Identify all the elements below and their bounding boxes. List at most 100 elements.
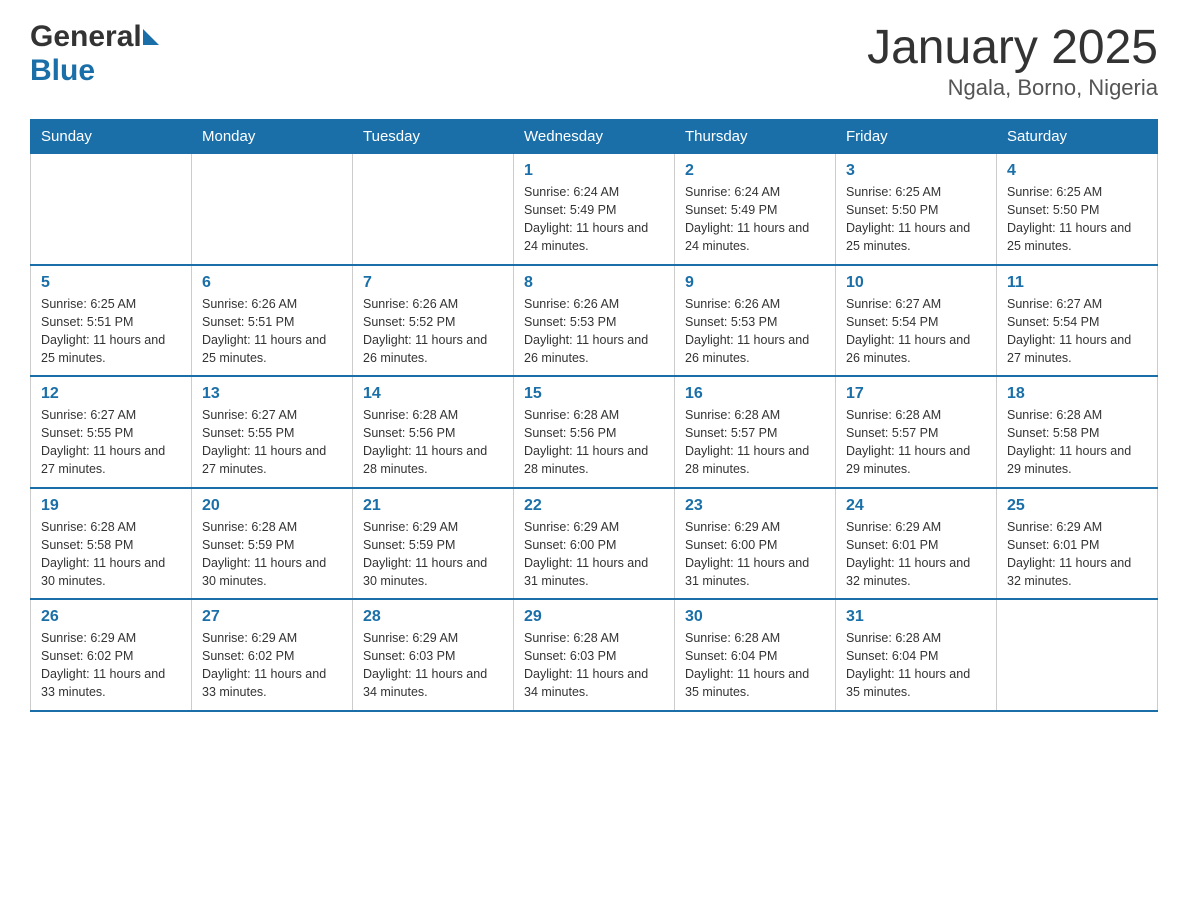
calendar-cell: 16 Sunrise: 6:28 AM Sunset: 5:57 PM Dayli… [675,376,836,488]
day-number: 2 [685,162,825,180]
day-info: Sunrise: 6:25 AM Sunset: 5:50 PM Dayligh… [846,183,986,256]
day-number: 9 [685,274,825,292]
day-info: Sunrise: 6:28 AM Sunset: 5:57 PM Dayligh… [846,406,986,479]
day-info: Sunrise: 6:27 AM Sunset: 5:55 PM Dayligh… [202,406,342,479]
day-number: 22 [524,497,664,515]
header-row: Sunday Monday Tuesday Wednesday Thursday… [31,120,1158,154]
day-info: Sunrise: 6:28 AM Sunset: 6:03 PM Dayligh… [524,629,664,702]
day-info: Sunrise: 6:27 AM Sunset: 5:54 PM Dayligh… [846,295,986,368]
day-info: Sunrise: 6:29 AM Sunset: 6:00 PM Dayligh… [524,518,664,591]
day-number: 28 [363,608,503,626]
calendar-body: 1 Sunrise: 6:24 AM Sunset: 5:49 PM Daylig… [31,154,1158,711]
title-block: January 2025 Ngala, Borno, Nigeria [867,20,1158,101]
day-number: 11 [1007,274,1147,292]
day-info: Sunrise: 6:28 AM Sunset: 5:56 PM Dayligh… [363,406,503,479]
day-info: Sunrise: 6:29 AM Sunset: 6:03 PM Dayligh… [363,629,503,702]
header-sunday: Sunday [31,120,192,154]
day-info: Sunrise: 6:29 AM Sunset: 6:02 PM Dayligh… [202,629,342,702]
day-number: 23 [685,497,825,515]
day-number: 6 [202,274,342,292]
calendar-cell [997,599,1158,711]
day-number: 29 [524,608,664,626]
calendar-subtitle: Ngala, Borno, Nigeria [867,75,1158,101]
day-info: Sunrise: 6:25 AM Sunset: 5:50 PM Dayligh… [1007,183,1147,256]
calendar-cell: 4 Sunrise: 6:25 AM Sunset: 5:50 PM Daylig… [997,154,1158,265]
day-info: Sunrise: 6:28 AM Sunset: 5:58 PM Dayligh… [1007,406,1147,479]
day-number: 26 [41,608,181,626]
day-number: 14 [363,385,503,403]
day-info: Sunrise: 6:26 AM Sunset: 5:53 PM Dayligh… [524,295,664,368]
calendar-cell: 27 Sunrise: 6:29 AM Sunset: 6:02 PM Dayli… [192,599,353,711]
calendar-cell: 7Sunrise: 6:26 AM Sunset: 5:52 PM Daylig… [353,265,514,377]
calendar-cell: 17 Sunrise: 6:28 AM Sunset: 5:57 PM Dayli… [836,376,997,488]
day-info: Sunrise: 6:24 AM Sunset: 5:49 PM Dayligh… [524,183,664,256]
header-saturday: Saturday [997,120,1158,154]
calendar-cell: 28 Sunrise: 6:29 AM Sunset: 6:03 PM Dayli… [353,599,514,711]
day-info: Sunrise: 6:29 AM Sunset: 6:00 PM Dayligh… [685,518,825,591]
day-number: 8 [524,274,664,292]
header-thursday: Thursday [675,120,836,154]
calendar-table: Sunday Monday Tuesday Wednesday Thursday… [30,119,1158,712]
day-info: Sunrise: 6:26 AM Sunset: 5:53 PM Dayligh… [685,295,825,368]
logo-blue-text: Blue [30,54,95,87]
day-number: 16 [685,385,825,403]
calendar-cell: 26 Sunrise: 6:29 AM Sunset: 6:02 PM Dayli… [31,599,192,711]
calendar-cell: 21 Sunrise: 6:29 AM Sunset: 5:59 PM Dayli… [353,488,514,600]
calendar-cell: 15Sunrise: 6:28 AM Sunset: 5:56 PM Dayli… [514,376,675,488]
day-number: 21 [363,497,503,515]
calendar-cell: 11 Sunrise: 6:27 AM Sunset: 5:54 PM Dayli… [997,265,1158,377]
calendar-cell [353,154,514,265]
week-row-5: 26 Sunrise: 6:29 AM Sunset: 6:02 PM Dayli… [31,599,1158,711]
day-info: Sunrise: 6:24 AM Sunset: 5:49 PM Dayligh… [685,183,825,256]
day-info: Sunrise: 6:29 AM Sunset: 6:02 PM Dayligh… [41,629,181,702]
day-number: 27 [202,608,342,626]
calendar-cell: 6 Sunrise: 6:26 AM Sunset: 5:51 PM Daylig… [192,265,353,377]
day-number: 30 [685,608,825,626]
day-number: 4 [1007,162,1147,180]
day-info: Sunrise: 6:28 AM Sunset: 5:56 PM Dayligh… [524,406,664,479]
day-number: 25 [1007,497,1147,515]
day-info: Sunrise: 6:26 AM Sunset: 5:51 PM Dayligh… [202,295,342,368]
day-number: 17 [846,385,986,403]
day-info: Sunrise: 6:28 AM Sunset: 5:57 PM Dayligh… [685,406,825,479]
day-number: 12 [41,385,181,403]
calendar-cell: 8 Sunrise: 6:26 AM Sunset: 5:53 PM Daylig… [514,265,675,377]
calendar-cell: 23 Sunrise: 6:29 AM Sunset: 6:00 PM Dayli… [675,488,836,600]
calendar-cell: 29 Sunrise: 6:28 AM Sunset: 6:03 PM Dayli… [514,599,675,711]
day-number: 1 [524,162,664,180]
day-number: 20 [202,497,342,515]
day-info: Sunrise: 6:25 AM Sunset: 5:51 PM Dayligh… [41,295,181,368]
day-number: 18 [1007,385,1147,403]
day-info: Sunrise: 6:29 AM Sunset: 6:01 PM Dayligh… [1007,518,1147,591]
day-info: Sunrise: 6:28 AM Sunset: 5:59 PM Dayligh… [202,518,342,591]
day-info: Sunrise: 6:28 AM Sunset: 6:04 PM Dayligh… [846,629,986,702]
calendar-cell: 3Sunrise: 6:25 AM Sunset: 5:50 PM Daylig… [836,154,997,265]
week-row-4: 19Sunrise: 6:28 AM Sunset: 5:58 PM Dayli… [31,488,1158,600]
day-info: Sunrise: 6:28 AM Sunset: 6:04 PM Dayligh… [685,629,825,702]
calendar-cell: 13 Sunrise: 6:27 AM Sunset: 5:55 PM Dayli… [192,376,353,488]
header-monday: Monday [192,120,353,154]
day-number: 31 [846,608,986,626]
logo-general-text: General [30,20,142,54]
day-number: 13 [202,385,342,403]
calendar-title: January 2025 [867,20,1158,75]
day-info: Sunrise: 6:28 AM Sunset: 5:58 PM Dayligh… [41,518,181,591]
calendar-cell: 9 Sunrise: 6:26 AM Sunset: 5:53 PM Daylig… [675,265,836,377]
header-friday: Friday [836,120,997,154]
day-number: 24 [846,497,986,515]
day-info: Sunrise: 6:26 AM Sunset: 5:52 PM Dayligh… [363,295,503,368]
calendar-cell: 24Sunrise: 6:29 AM Sunset: 6:01 PM Dayli… [836,488,997,600]
header-tuesday: Tuesday [353,120,514,154]
calendar-cell [192,154,353,265]
calendar-cell: 12Sunrise: 6:27 AM Sunset: 5:55 PM Dayli… [31,376,192,488]
calendar-cell: 2 Sunrise: 6:24 AM Sunset: 5:49 PM Daylig… [675,154,836,265]
calendar-cell: 10Sunrise: 6:27 AM Sunset: 5:54 PM Dayli… [836,265,997,377]
day-info: Sunrise: 6:29 AM Sunset: 5:59 PM Dayligh… [363,518,503,591]
calendar-cell: 19Sunrise: 6:28 AM Sunset: 5:58 PM Dayli… [31,488,192,600]
header-wednesday: Wednesday [514,120,675,154]
calendar-cell: 20 Sunrise: 6:28 AM Sunset: 5:59 PM Dayli… [192,488,353,600]
calendar-cell: 22 Sunrise: 6:29 AM Sunset: 6:00 PM Dayli… [514,488,675,600]
week-row-1: 1 Sunrise: 6:24 AM Sunset: 5:49 PM Daylig… [31,154,1158,265]
calendar-cell: 5Sunrise: 6:25 AM Sunset: 5:51 PM Daylig… [31,265,192,377]
day-info: Sunrise: 6:27 AM Sunset: 5:54 PM Dayligh… [1007,295,1147,368]
